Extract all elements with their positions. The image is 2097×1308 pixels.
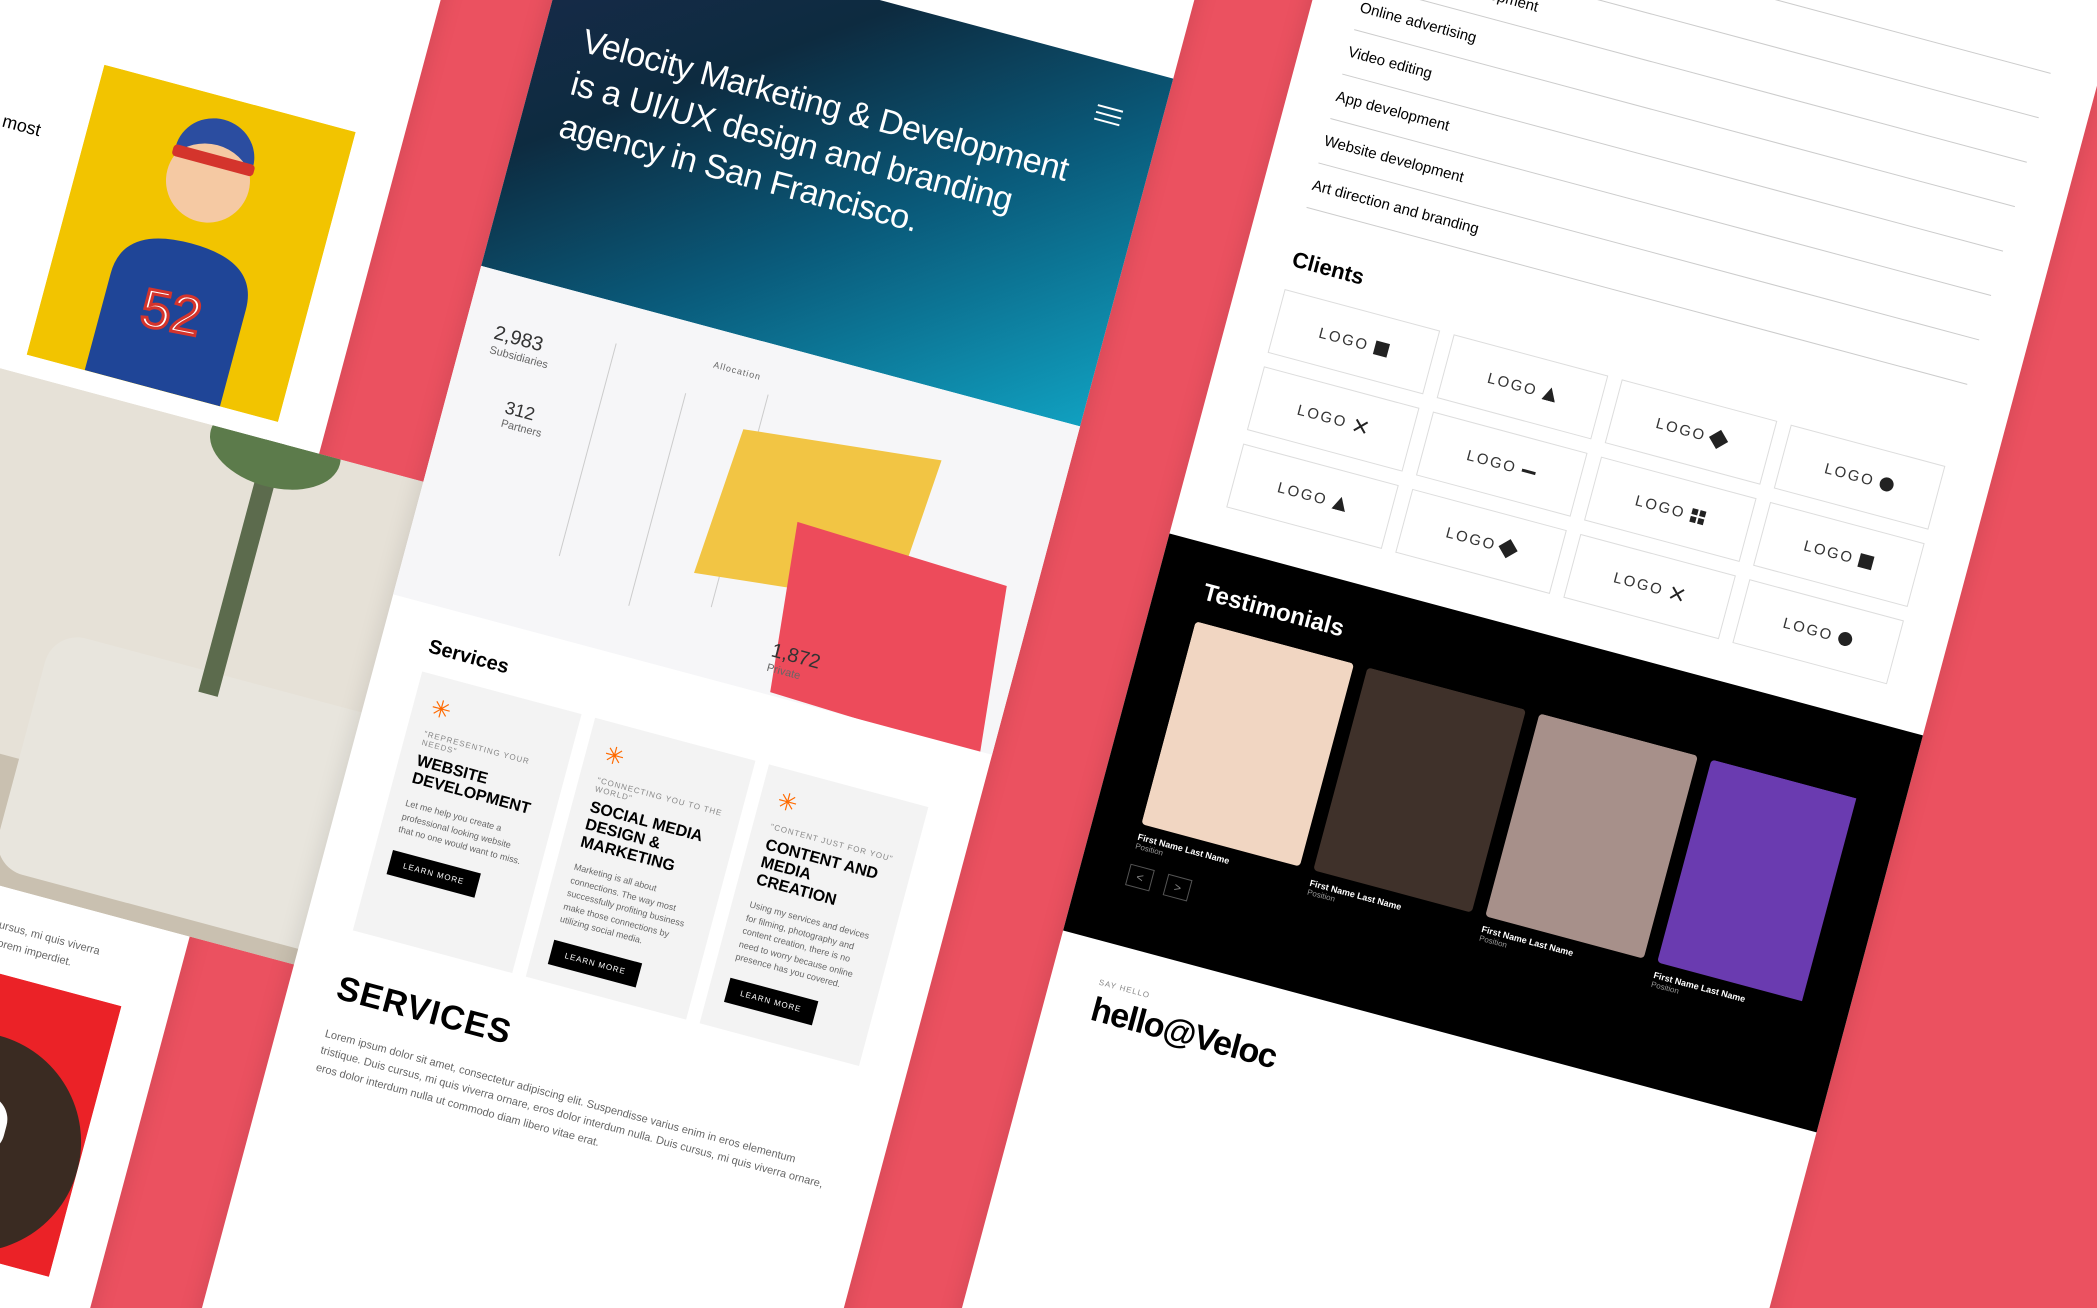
kid-illustration: 52 52 [27,65,356,422]
showcase-stage: the founder Our founder tells you why Ag… [0,0,2097,1308]
logo-shape-icon [1541,386,1558,403]
allocation-label: Allocation [712,360,762,382]
asterisk-icon: ✳ [774,786,906,847]
logo-shape-icon [1837,631,1854,648]
testimonial-name: First Name Last Name [1824,1016,1856,1027]
logo-shape-icon [1351,417,1371,437]
logo-shape-icon [1499,539,1518,558]
carousel-next-button[interactable]: > [1163,874,1193,902]
hamburger-menu-icon[interactable] [1094,104,1123,126]
logo-shape-icon [1709,430,1728,449]
founder-image: 52 52 [27,65,356,422]
svg-text:52: 52 [136,277,206,347]
testimonial-avatar [1141,621,1354,866]
carousel-prev-button[interactable]: < [1125,864,1155,892]
logo-shape-icon [1689,508,1706,525]
hero-headline: Velocity Marketing & Development is a UI… [554,19,1091,282]
service-learn-more-button[interactable]: LEARN MORE [548,939,642,987]
logo-shape-icon [1667,584,1687,604]
logo-shape-icon [1878,476,1895,493]
logo-shape-icon [1858,553,1875,570]
service-learn-more-button[interactable]: LEARN MORE [724,977,818,1025]
testimonial-position: Position [1822,1026,1856,1027]
service-learn-more-button[interactable]: LEARN MORE [387,850,481,898]
testimonial-avatar [1313,667,1526,912]
logo-shape-icon [1522,468,1536,475]
logo-shape-icon [1331,495,1348,512]
logo-shape-icon [1373,340,1390,357]
testimonial-avatar [1485,713,1698,958]
